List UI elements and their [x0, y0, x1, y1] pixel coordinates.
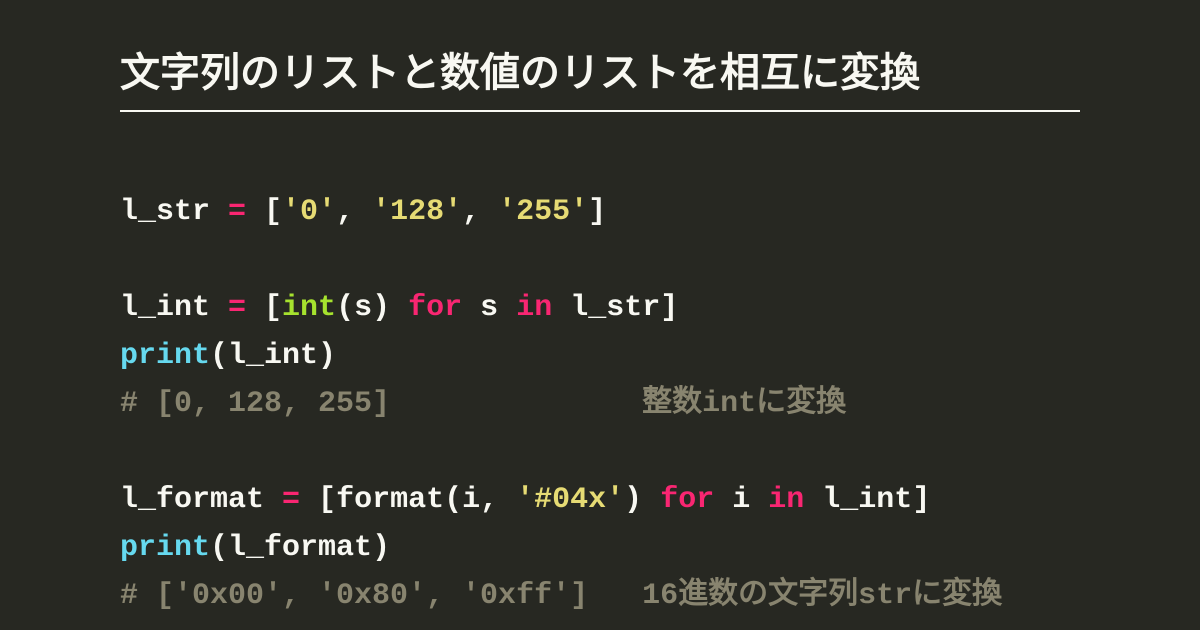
code-line-8: print(l_format): [120, 531, 390, 565]
code-line-4: print(l_int): [120, 339, 336, 373]
page-title: 文字列のリストと数値のリストを相互に変換: [120, 40, 1080, 112]
code-line-7: l_format = [format(i, '#04x') for i in l…: [120, 483, 930, 517]
code-line-9: # ['0x00', '0x80', '0xff'] 16進数の文字列strに変…: [120, 579, 1002, 613]
code-line-1: l_str = ['0', '128', '255']: [120, 195, 606, 229]
content-container: 文字列のリストと数値のリストを相互に変換 l_str = ['0', '128'…: [0, 0, 1200, 620]
code-block: l_str = ['0', '128', '255'] l_int = [int…: [120, 140, 1080, 620]
code-line-5: # [0, 128, 255] 整数intに変換: [120, 387, 846, 421]
code-line-3: l_int = [int(s) for s in l_str]: [120, 291, 678, 325]
